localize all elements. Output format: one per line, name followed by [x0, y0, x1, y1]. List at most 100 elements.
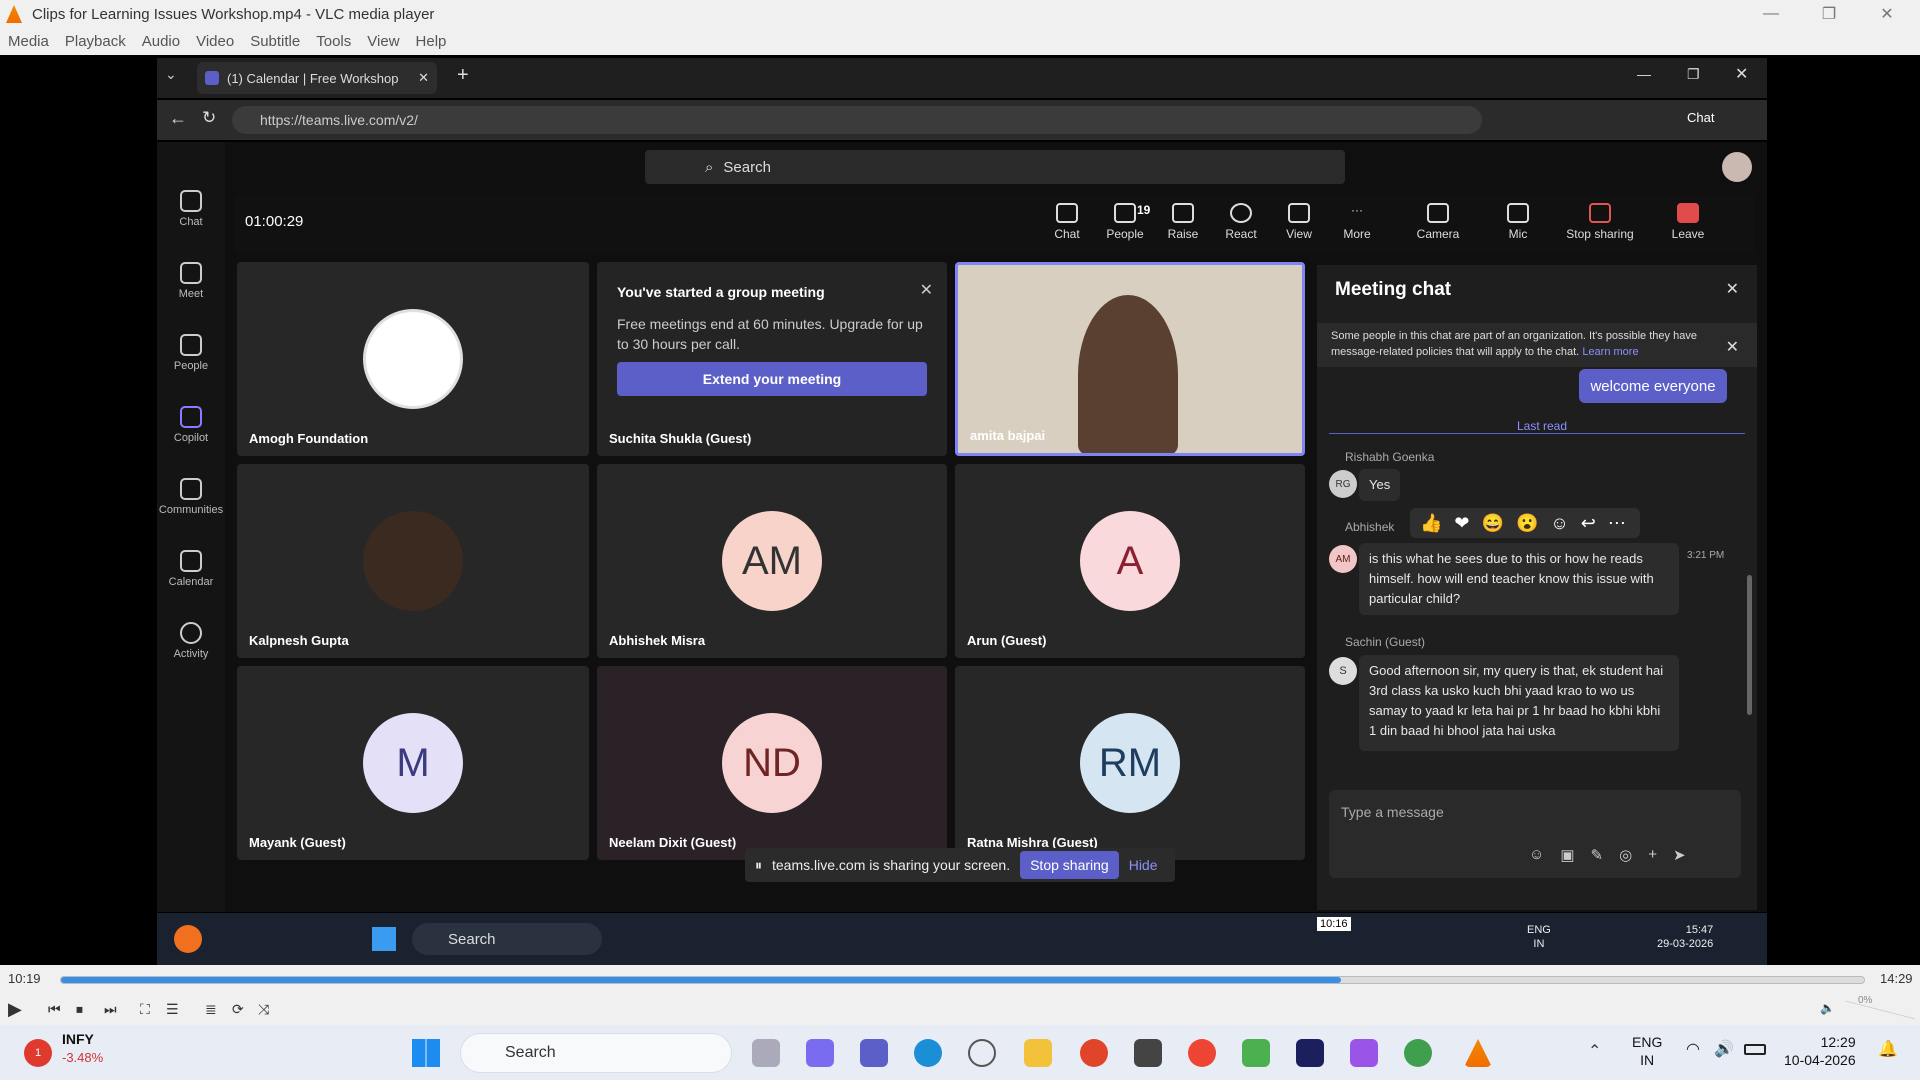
taskbar-search[interactable]: Search: [460, 1033, 732, 1073]
participant-tile[interactable]: A Arun (Guest): [955, 464, 1305, 658]
more-icon[interactable]: ⋯: [1608, 513, 1626, 534]
rail-activity[interactable]: Activity: [157, 622, 225, 660]
chrome-profile-icon[interactable]: [1404, 1039, 1432, 1067]
browser-close-icon[interactable]: ✕: [1735, 64, 1748, 84]
pen-icon[interactable]: ✎: [1591, 846, 1604, 864]
calendar-icon[interactable]: [1350, 1039, 1378, 1067]
learn-more-link[interactable]: Learn more: [1582, 346, 1638, 358]
stop-sharing-button[interactable]: Stop sharing: [1560, 203, 1640, 241]
rail-calendar[interactable]: Calendar: [157, 550, 225, 588]
speaker-icon[interactable]: 🔊: [1714, 1039, 1734, 1059]
next-icon[interactable]: ⏭: [104, 1001, 117, 1018]
rail-copilot[interactable]: Copilot: [157, 406, 225, 444]
chat-button[interactable]: Chat: [1039, 203, 1095, 241]
participant-tile[interactable]: RM Ratna Mishra (Guest): [955, 666, 1305, 860]
participant-tile[interactable]: Kalpnesh Gupta: [237, 464, 589, 658]
reaction-bar[interactable]: 👍 ❤ 😄 😮 ☺ ↩ ⋯: [1410, 508, 1640, 538]
chat-close-icon[interactable]: ✕: [1726, 279, 1739, 299]
refresh-icon[interactable]: ↻: [202, 108, 216, 128]
playlist-icon[interactable]: ≣: [205, 1001, 217, 1018]
camera-button[interactable]: Camera: [1410, 203, 1466, 241]
avatar[interactable]: [1722, 152, 1752, 182]
mic-button[interactable]: Mic: [1490, 203, 1546, 241]
stop-icon[interactable]: ⏹: [76, 1001, 83, 1018]
close-icon[interactable]: ✕: [1858, 0, 1916, 28]
menu-subtitle[interactable]: Subtitle: [242, 33, 308, 50]
system-clock[interactable]: 12:29 10-04-2026: [1784, 1033, 1856, 1069]
menu-media[interactable]: Media: [0, 33, 57, 50]
message-input[interactable]: Type a message: [1341, 804, 1444, 820]
rail-chat[interactable]: Chat: [157, 190, 225, 228]
fullscreen-icon[interactable]: ⛶: [140, 1001, 150, 1018]
rail-meet[interactable]: Meet: [157, 262, 225, 300]
vlc-icon[interactable]: [1464, 1039, 1492, 1067]
file-explorer-icon[interactable]: [1024, 1039, 1052, 1067]
laugh-icon[interactable]: 😄: [1482, 513, 1504, 534]
participant-tile[interactable]: You've started a group meeting Free meet…: [597, 262, 947, 456]
menu-view[interactable]: View: [359, 33, 407, 50]
browser-restore-icon[interactable]: ❐: [1687, 66, 1700, 83]
language-indicator[interactable]: ENG IN: [1632, 1033, 1662, 1069]
teams-icon[interactable]: [860, 1039, 888, 1067]
menu-playback[interactable]: Playback: [57, 33, 134, 50]
copilot-chat-button[interactable]: Chat: [1687, 110, 1714, 125]
chat-scrollbar[interactable]: [1747, 575, 1752, 715]
heart-icon[interactable]: ❤: [1454, 513, 1469, 534]
leave-button[interactable]: Leave: [1660, 203, 1716, 241]
minimize-icon[interactable]: —: [1742, 0, 1800, 28]
tab-close-icon[interactable]: ✕: [418, 70, 429, 86]
teams-search[interactable]: ⌕ Search: [645, 150, 1345, 184]
chevron-up-icon[interactable]: ⌃: [1588, 1041, 1601, 1061]
reply-icon[interactable]: ↩: [1581, 513, 1596, 534]
surprised-icon[interactable]: 😮: [1516, 513, 1538, 534]
back-icon[interactable]: ←: [169, 108, 187, 129]
view-button[interactable]: View: [1271, 203, 1327, 241]
more-button[interactable]: ··· More: [1329, 203, 1385, 241]
gif-icon[interactable]: ▣: [1560, 846, 1574, 864]
thumbs-up-icon[interactable]: 👍: [1420, 513, 1442, 534]
restore-icon[interactable]: ❐: [1800, 0, 1858, 28]
camera-app-icon[interactable]: [968, 1039, 996, 1067]
stock-symbol[interactable]: INFY: [62, 1031, 94, 1047]
stop-sharing-link[interactable]: Stop sharing: [1020, 851, 1119, 879]
app-store-icon[interactable]: [1242, 1039, 1270, 1067]
app-icon[interactable]: [1080, 1039, 1108, 1067]
hide-link[interactable]: Hide: [1129, 857, 1158, 873]
premiere-icon[interactable]: [1296, 1039, 1324, 1067]
react-button[interactable]: React: [1213, 203, 1269, 241]
browser-tab[interactable]: (1) Calendar | Free Workshop ✕: [197, 62, 437, 94]
participant-tile-active[interactable]: amita bajpai: [955, 262, 1305, 456]
participant-tile[interactable]: ND Neelam Dixit (Guest): [597, 666, 947, 860]
menu-tools[interactable]: Tools: [308, 33, 359, 50]
send-icon[interactable]: ➤: [1673, 846, 1686, 864]
browser-minimize-icon[interactable]: —: [1637, 66, 1651, 82]
add-reaction-icon[interactable]: ☺: [1550, 513, 1568, 534]
copilot-icon[interactable]: [806, 1039, 834, 1067]
participant-tile[interactable]: Amogh Foundation: [237, 262, 589, 456]
message-composer[interactable]: Type a message ☺ ▣ ✎ ◎ + ➤: [1329, 790, 1741, 878]
notification-icon[interactable]: 🔔: [1878, 1039, 1898, 1059]
play-icon[interactable]: ▶: [8, 999, 22, 1020]
seek-bar[interactable]: [60, 976, 1865, 984]
loop-icon[interactable]: ⟳: [232, 1001, 244, 1018]
rail-people[interactable]: People: [157, 334, 225, 372]
mute-icon[interactable]: 🔈: [1820, 1001, 1835, 1015]
plus-icon[interactable]: +: [1648, 846, 1657, 864]
wifi-icon[interactable]: ◠: [1686, 1039, 1700, 1059]
tab-list-chevron-icon[interactable]: ⌄: [165, 66, 177, 83]
raise-hand-button[interactable]: Raise: [1155, 203, 1211, 241]
chrome-icon[interactable]: [1188, 1039, 1216, 1067]
notice-close-icon[interactable]: ✕: [920, 280, 933, 300]
emoji-icon[interactable]: ☺: [1529, 846, 1544, 864]
menu-video[interactable]: Video: [188, 33, 242, 50]
loop-icon[interactable]: ◎: [1619, 846, 1632, 864]
whiteboard-icon[interactable]: [1134, 1039, 1162, 1067]
previous-icon[interactable]: ⏮: [48, 1001, 61, 1018]
new-tab-icon[interactable]: +: [457, 64, 469, 87]
participant-tile[interactable]: M Mayank (Guest): [237, 666, 589, 860]
battery-icon[interactable]: [1744, 1044, 1766, 1055]
volume-slider[interactable]: [1845, 1001, 1915, 1019]
menu-audio[interactable]: Audio: [134, 33, 188, 50]
task-view-icon[interactable]: [752, 1039, 780, 1067]
edge-icon[interactable]: [914, 1039, 942, 1067]
